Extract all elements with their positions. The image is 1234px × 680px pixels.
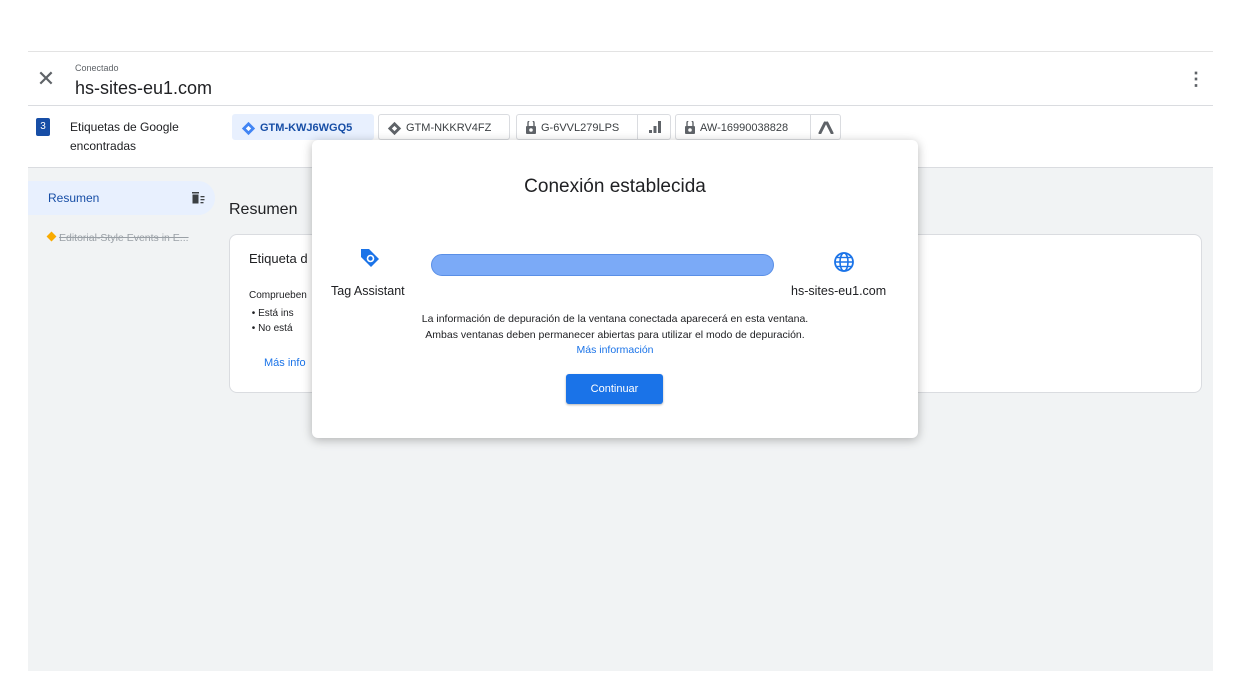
more-options-icon[interactable]: ⋮ — [1187, 67, 1205, 91]
connected-site-label: hs-sites-eu1.com — [791, 284, 887, 298]
analytics-icon — [649, 121, 661, 133]
tag-chip-label: GTM-NKKRV4FZ — [406, 122, 492, 134]
tags-count-badge: 3 — [36, 118, 50, 136]
tag-assistant-label: Tag Assistant — [331, 284, 405, 298]
card-bullet-list: • Está ins • No está — [249, 306, 294, 336]
connection-bar — [431, 254, 774, 276]
gtm-diamond-icon — [241, 121, 256, 135]
google-tag-icon — [685, 121, 695, 135]
tag-chip-label: G-6VVL279LPS — [541, 122, 620, 134]
sidebar-item-summary[interactable]: Resumen — [28, 181, 215, 215]
chip-divider — [810, 115, 811, 139]
sidebar-item-label: Resumen — [48, 191, 100, 205]
globe-icon — [834, 252, 854, 272]
tag-assistant-icon — [361, 249, 379, 267]
list-item: • No está — [249, 323, 293, 334]
card-description: Comprueben — [249, 290, 307, 301]
tags-found-label: Etiquetas de Google encontradas — [70, 120, 179, 153]
list-item: • Está ins — [249, 308, 294, 319]
google-ads-icon — [818, 121, 834, 134]
card-title: Etiqueta d — [249, 251, 308, 266]
tag-chip-gtm-nkkrv4fz[interactable]: GTM-NKKRV4FZ — [378, 114, 510, 140]
event-label: Editorial-Style Events in E... — [59, 232, 189, 244]
sidebar-event-item[interactable]: Editorial-Style Events in E... — [46, 231, 189, 244]
continue-button[interactable]: Continuar — [566, 374, 663, 404]
event-diamond-icon — [46, 231, 57, 242]
tag-chip-label: GTM-KWJ6WGQ5 — [260, 122, 353, 134]
clear-list-icon[interactable] — [190, 190, 206, 206]
connection-status: Conectado — [75, 63, 119, 73]
tag-chip-g-6vvl279lps[interactable]: G-6VVL279LPS — [516, 114, 671, 140]
top-bar: ✕ Conectado hs-sites-eu1.com ⋮ — [28, 52, 1213, 106]
gtm-diamond-icon — [387, 121, 402, 135]
more-info-link[interactable]: Más información — [312, 344, 918, 356]
learn-more-link[interactable]: Más info — [264, 357, 306, 369]
debug-info-text: La información de depuración de la venta… — [421, 313, 809, 341]
connection-dialog: Conexión establecida Tag Assistant hs-si… — [312, 140, 918, 438]
tag-chip-aw-16990038828[interactable]: AW-16990038828 — [675, 114, 841, 140]
page-title: Resumen — [229, 201, 298, 218]
connected-domain: hs-sites-eu1.com — [75, 78, 213, 98]
google-tag-icon — [526, 121, 536, 135]
tag-chip-gtm-kwj6wgq5[interactable]: GTM-KWJ6WGQ5 — [232, 114, 374, 140]
close-icon[interactable]: ✕ — [34, 67, 58, 91]
dialog-title: Conexión establecida — [524, 176, 706, 197]
chip-divider — [637, 115, 638, 139]
tag-chip-label: AW-16990038828 — [700, 122, 789, 134]
